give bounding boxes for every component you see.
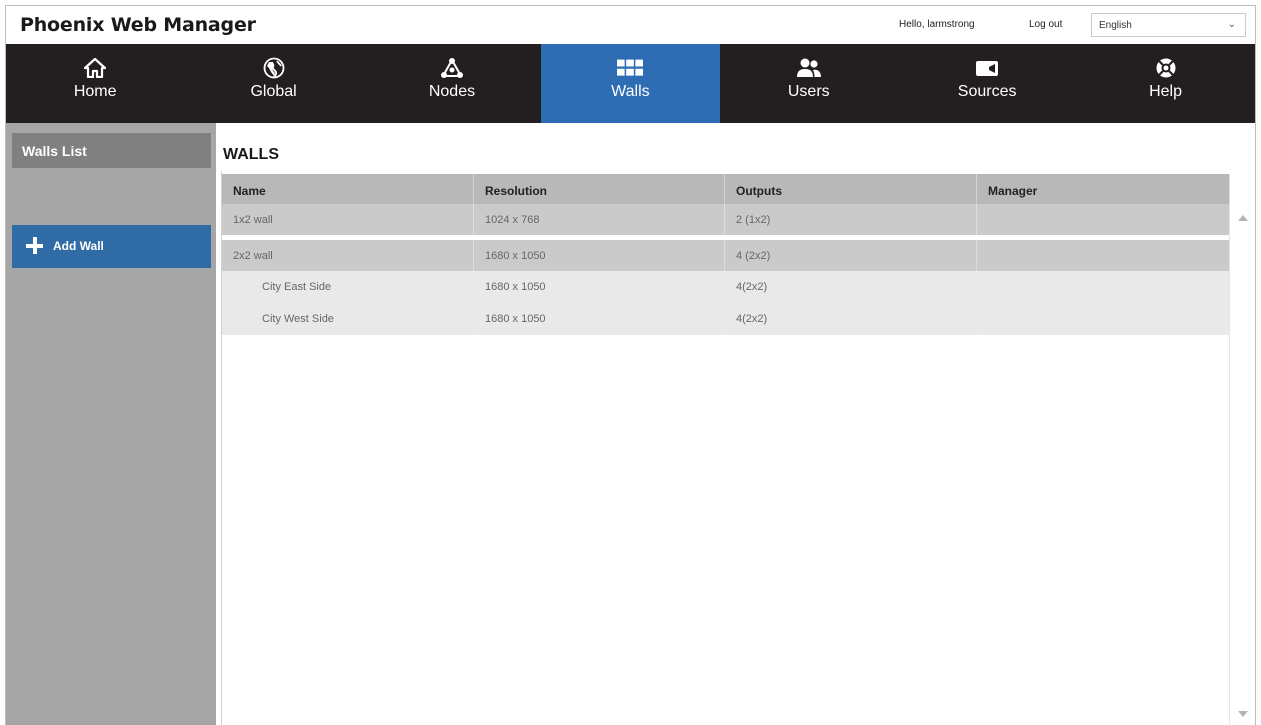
cell-outputs: 4 (2x2) xyxy=(725,240,977,271)
walls-table: Name Resolution Outputs Manager 1x2 wall… xyxy=(222,174,1229,335)
scroll-down-arrow-icon[interactable] xyxy=(1238,711,1248,717)
add-wall-button[interactable]: Add Wall xyxy=(12,225,211,268)
nav-label-home: Home xyxy=(73,83,117,100)
cell-outputs: 2 (1x2) xyxy=(725,204,977,235)
add-wall-label: Add Wall xyxy=(53,239,104,253)
cell-outputs: 4(2x2) xyxy=(725,271,977,303)
nodes-icon xyxy=(439,56,465,80)
app-title: Phoenix Web Manager xyxy=(20,14,256,36)
column-header-manager[interactable]: Manager xyxy=(977,174,1229,204)
cell-name: 1x2 wall xyxy=(222,204,474,235)
nav-item-global[interactable]: Global xyxy=(184,44,362,123)
nav-label-sources: Sources xyxy=(957,83,1017,100)
home-icon xyxy=(82,56,108,80)
cell-name: 2x2 wall xyxy=(222,240,474,271)
nav-item-walls[interactable]: Walls xyxy=(541,44,720,123)
sidebar: Walls List Add Wall xyxy=(6,123,216,725)
top-bar: Phoenix Web Manager Hello, larmstrong Lo… xyxy=(6,6,1255,44)
camera-icon xyxy=(974,56,1000,80)
cell-resolution: 1680 x 1050 xyxy=(474,303,725,335)
users-icon xyxy=(796,56,822,80)
table-header: Name Resolution Outputs Manager xyxy=(222,174,1229,204)
vertical-scrollbar[interactable] xyxy=(1229,204,1255,725)
logout-link[interactable]: Log out xyxy=(1029,19,1062,30)
nav-item-help[interactable]: Help xyxy=(1076,44,1254,123)
cell-manager xyxy=(977,240,1229,271)
table-row[interactable]: 1x2 wall 1024 x 768 2 (1x2) xyxy=(222,204,1229,235)
globe-icon xyxy=(261,56,287,80)
main-nav: Home Global Nodes Walls Users Sources He… xyxy=(6,44,1255,123)
table-row[interactable]: 2x2 wall 1680 x 1050 4 (2x2) xyxy=(222,240,1229,271)
cell-name: City East Side xyxy=(222,271,474,303)
cell-manager xyxy=(977,271,1229,303)
table-row[interactable]: City East Side 1680 x 1050 4(2x2) xyxy=(222,271,1229,303)
column-header-outputs[interactable]: Outputs xyxy=(725,174,977,204)
nav-label-walls: Walls xyxy=(611,83,650,100)
sidebar-title: Walls List xyxy=(12,133,211,168)
nav-item-nodes[interactable]: Nodes xyxy=(363,44,541,123)
chevron-down-icon: ⌄ xyxy=(1227,19,1236,30)
grid-icon xyxy=(617,56,644,80)
plus-icon xyxy=(26,237,43,254)
nav-item-home[interactable]: Home xyxy=(6,44,184,123)
nav-label-global: Global xyxy=(250,83,297,100)
nav-label-help: Help xyxy=(1149,83,1182,100)
table-row[interactable]: City West Side 1680 x 1050 4(2x2) xyxy=(222,303,1229,335)
cell-manager xyxy=(977,204,1229,235)
header-corner xyxy=(1229,174,1255,204)
nav-item-sources[interactable]: Sources xyxy=(898,44,1076,123)
cell-resolution: 1680 x 1050 xyxy=(474,240,725,271)
language-select[interactable]: English ⌄ xyxy=(1091,13,1246,37)
cell-name: City West Side xyxy=(222,303,474,335)
app-window: Phoenix Web Manager Hello, larmstrong Lo… xyxy=(5,5,1256,725)
cell-manager xyxy=(977,303,1229,335)
column-header-name[interactable]: Name xyxy=(222,174,474,204)
lifebuoy-icon xyxy=(1153,56,1179,80)
nav-label-nodes: Nodes xyxy=(428,83,476,100)
scroll-up-arrow-icon[interactable] xyxy=(1238,215,1248,221)
cell-resolution: 1024 x 768 xyxy=(474,204,725,235)
language-value: English xyxy=(1099,20,1132,31)
nav-label-users: Users xyxy=(787,83,830,100)
nav-item-users[interactable]: Users xyxy=(720,44,898,123)
cell-resolution: 1680 x 1050 xyxy=(474,271,725,303)
page-title: WALLS xyxy=(223,146,279,163)
cell-outputs: 4(2x2) xyxy=(725,303,977,335)
column-header-resolution[interactable]: Resolution xyxy=(474,174,725,204)
user-greeting: Hello, larmstrong xyxy=(899,19,975,30)
